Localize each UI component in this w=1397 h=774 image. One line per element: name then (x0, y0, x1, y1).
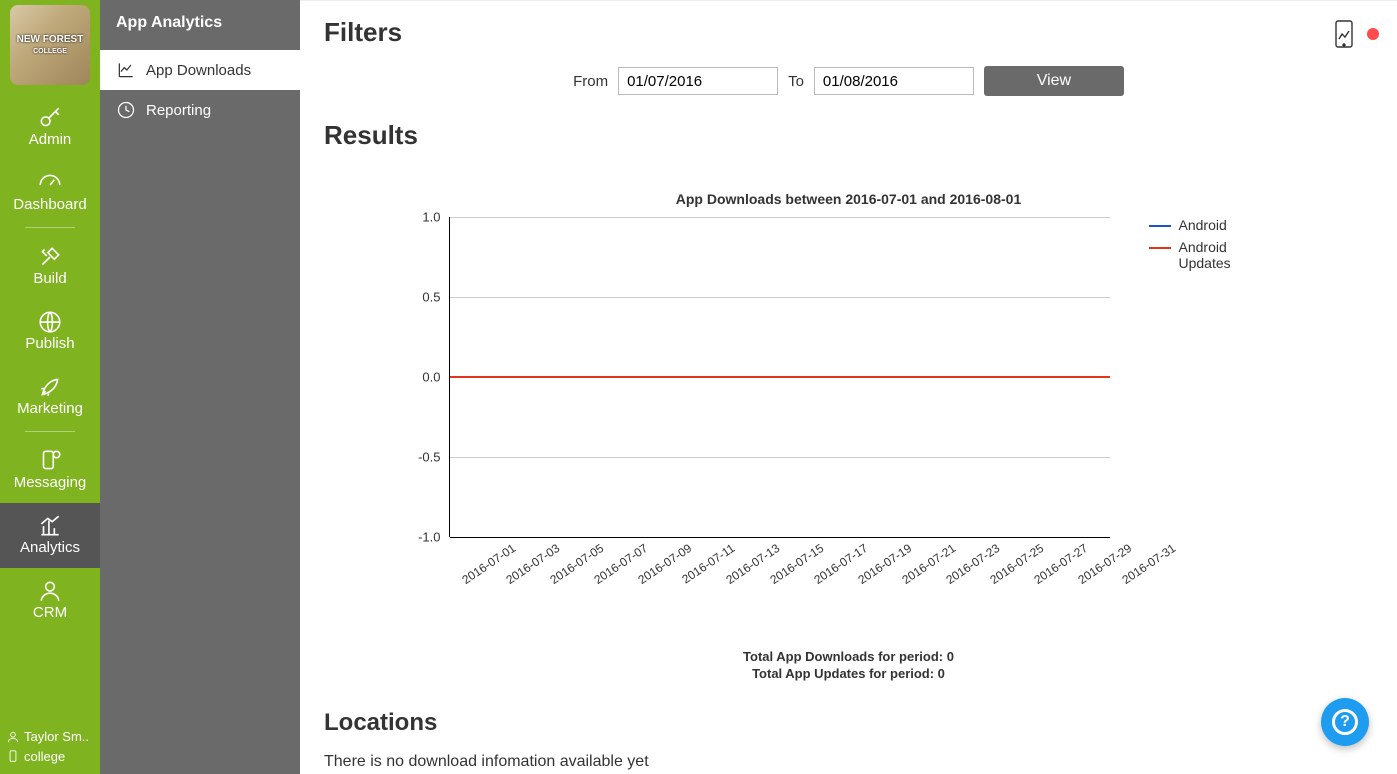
grid-line (450, 297, 1110, 298)
user-name-row[interactable]: Taylor Sm.. (6, 727, 94, 747)
y-tick: 0.0 (422, 370, 440, 385)
nav-label: Admin (29, 131, 72, 148)
to-date-input[interactable] (814, 67, 974, 95)
nav-label: Messaging (14, 474, 87, 491)
main-sidebar: NEW FOREST COLLEGE Admin Dashboard Build… (0, 0, 100, 774)
legend-label: Android (1179, 217, 1227, 233)
to-label: To (788, 73, 804, 90)
help-button[interactable]: ? (1321, 698, 1369, 746)
y-tick: -0.5 (418, 450, 440, 465)
grid-line (450, 457, 1110, 458)
logo-text: NEW FOREST (17, 34, 84, 45)
divider (25, 227, 75, 228)
help-icon: ? (1332, 709, 1358, 735)
person-icon (2, 578, 98, 604)
y-tick: -1.0 (418, 530, 440, 545)
subnav-label: Reporting (146, 102, 211, 119)
downloads-chart: App Downloads between 2016-07-01 and 201… (324, 191, 1373, 601)
globe-icon (2, 309, 98, 335)
divider (25, 431, 75, 432)
legend-label: Android Updates (1179, 239, 1269, 271)
user-footer: Taylor Sm.. college (0, 723, 100, 774)
filters-heading: Filters (324, 17, 1373, 48)
nav-label: Build (33, 270, 66, 287)
subnav-label: App Downloads (146, 62, 251, 79)
chart-legend: Android Android Updates (1149, 217, 1269, 537)
app-logo[interactable]: NEW FOREST COLLEGE (10, 5, 90, 85)
nav-messaging[interactable]: Messaging (0, 438, 100, 503)
user-account: college (24, 747, 65, 767)
subnav-reporting[interactable]: Reporting (100, 90, 300, 130)
legend-entry: Android Updates (1149, 239, 1269, 271)
chart-totals: Total App Downloads for period: 0 Total … (324, 649, 1373, 681)
from-label: From (573, 73, 608, 90)
y-tick: 1.0 (422, 210, 440, 225)
phone-chat-icon (2, 448, 98, 474)
filters-row: From To View (324, 66, 1373, 96)
top-right-icons (1331, 19, 1379, 49)
nav-marketing[interactable]: Marketing (0, 364, 100, 429)
nav-publish[interactable]: Publish (0, 299, 100, 364)
sub-sidebar-title: App Analytics (100, 0, 300, 50)
nav-label: Analytics (20, 539, 80, 556)
y-axis: 1.00.50.0-0.5-1.0 (399, 217, 449, 537)
y-tick: 0.5 (422, 290, 440, 305)
plot-area (449, 217, 1109, 537)
nav-dashboard[interactable]: Dashboard (0, 160, 100, 225)
chart-icon (2, 513, 98, 539)
device-preview-icon[interactable] (1331, 19, 1357, 49)
total-updates: Total App Updates for period: 0 (324, 666, 1373, 681)
sub-sidebar: App Analytics App Downloads Reporting (100, 0, 300, 774)
content-area: Filters From To View Results App Downloa… (300, 0, 1397, 774)
nav-label: Marketing (17, 400, 83, 417)
status-dot (1367, 28, 1379, 40)
locations-empty-message: There is no download infomation availabl… (324, 753, 1373, 771)
tools-icon (2, 244, 98, 270)
view-button[interactable]: View (984, 66, 1124, 96)
clock-icon (116, 100, 136, 120)
chart-title: App Downloads between 2016-07-01 and 201… (399, 191, 1299, 207)
nav-crm[interactable]: CRM (0, 568, 100, 633)
logo-subtext: COLLEGE (33, 48, 67, 55)
user-name: Taylor Sm.. (24, 727, 89, 747)
nav-admin[interactable]: Admin (0, 95, 100, 160)
gauge-icon (2, 170, 98, 196)
x-axis: 2016-07-012016-07-032016-07-052016-07-07… (449, 537, 1109, 601)
locations-heading: Locations (324, 709, 1373, 737)
nav-label: Publish (25, 335, 74, 352)
results-heading: Results (324, 120, 1373, 151)
user-icon (6, 730, 20, 744)
nav-analytics[interactable]: Analytics (0, 503, 100, 568)
line-chart-icon (116, 60, 136, 80)
nav-label: CRM (33, 604, 67, 621)
total-downloads: Total App Downloads for period: 0 (324, 649, 1373, 664)
from-date-input[interactable] (618, 67, 778, 95)
legend-entry: Android (1149, 217, 1269, 233)
legend-swatch (1149, 247, 1171, 249)
nav-build[interactable]: Build (0, 234, 100, 299)
subnav-app-downloads[interactable]: App Downloads (100, 50, 300, 90)
user-account-row[interactable]: college (6, 747, 94, 767)
key-icon (2, 105, 98, 131)
series-line (450, 376, 1110, 378)
nav-label: Dashboard (13, 196, 86, 213)
grid-line (450, 217, 1110, 218)
rocket-icon (2, 374, 98, 400)
legend-swatch (1149, 225, 1171, 227)
device-icon (6, 749, 20, 763)
